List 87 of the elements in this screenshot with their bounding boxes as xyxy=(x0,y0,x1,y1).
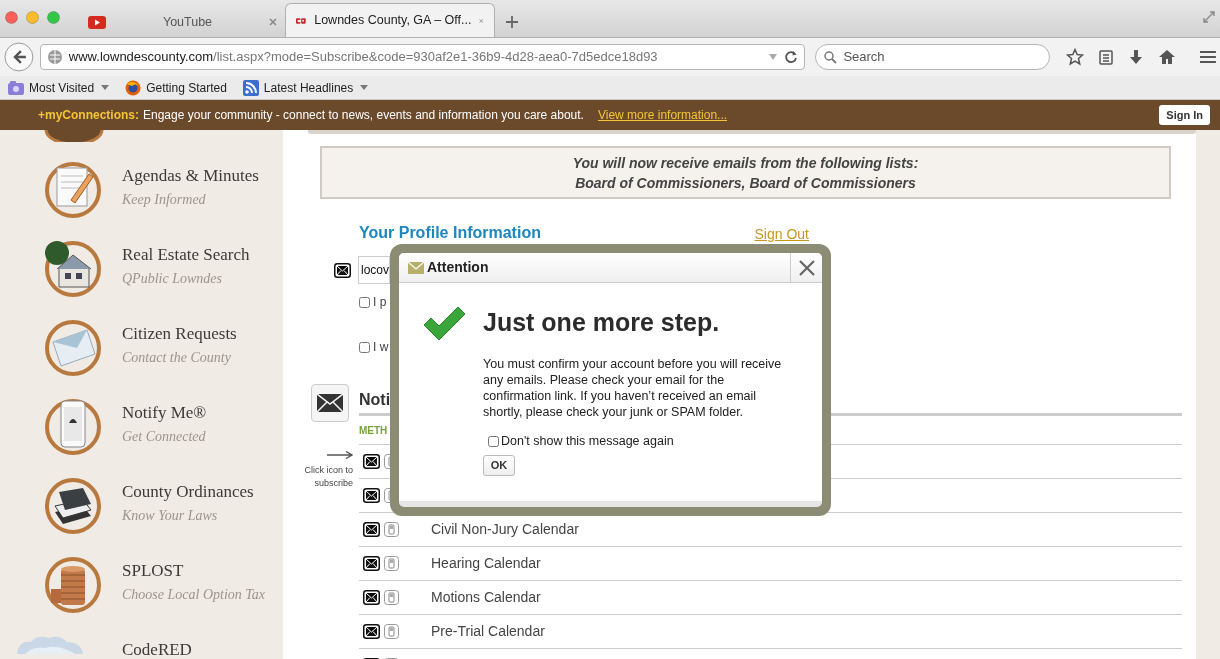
sign-in-button[interactable]: Sign In xyxy=(1159,105,1210,125)
video-logo-icon xyxy=(88,15,106,29)
notice-text: Board of Commissioners, Board of Commissioners xyxy=(575,173,916,193)
checkmark-icon xyxy=(422,305,466,341)
notice-text: You will now receive emails from the following lists: xyxy=(572,153,919,173)
list-name: Civil Non-Jury Calendar xyxy=(431,520,579,539)
option-checkbox[interactable] xyxy=(359,341,370,353)
feed-icon xyxy=(242,79,259,96)
bookmark-item[interactable]: Most Visited xyxy=(8,78,110,97)
list-name: Motions Calendar xyxy=(431,588,541,607)
download-icon[interactable] xyxy=(1128,49,1145,65)
tab-title: YouTube xyxy=(161,13,214,31)
hint-text: Click icon to subscribe xyxy=(303,464,353,490)
coins-icon xyxy=(43,555,103,615)
dropdown-icon xyxy=(360,85,369,90)
tab-title: Lowndes County, GA – Off... xyxy=(314,12,472,30)
brand-label: +myConnections: xyxy=(38,107,139,124)
browser-tab[interactable]: Lowndes County, GA – Off... xyxy=(285,3,495,37)
checkbox-label: Don't show this message again xyxy=(501,433,674,450)
bar-message: Engage your community - connect to news, events and information you care about. xyxy=(143,107,584,124)
option-label: I p xyxy=(373,294,387,311)
sidebar-link[interactable]: SPLOST Choose Local Option Tax xyxy=(122,561,265,605)
globe-icon xyxy=(46,49,63,65)
phone-icon[interactable] xyxy=(384,556,399,571)
dialog-heading: Just one more step. xyxy=(483,307,721,338)
phone-icon[interactable] xyxy=(384,590,399,605)
option-label: I w xyxy=(373,339,389,356)
new-tab-icon[interactable] xyxy=(505,15,519,29)
browser-tab[interactable]: YouTube xyxy=(80,7,285,37)
column-header: METH xyxy=(359,423,388,438)
email-icon[interactable] xyxy=(363,624,380,639)
menu-icon[interactable] xyxy=(1200,50,1216,64)
option-checkbox[interactable] xyxy=(359,296,370,308)
email-field[interactable]: locov xyxy=(358,256,390,284)
sidebar-link[interactable]: Notify Me® Get Connected xyxy=(122,403,207,447)
email-button[interactable] xyxy=(311,384,349,422)
dropdown-icon xyxy=(101,85,110,90)
dialog-title: Attention xyxy=(427,258,489,277)
close-icon xyxy=(798,259,815,276)
email-icon[interactable] xyxy=(363,454,380,469)
search-field[interactable]: Search xyxy=(843,47,1042,67)
info-link[interactable]: View more information... xyxy=(597,106,728,124)
house-icon xyxy=(43,239,103,299)
phone-icon[interactable] xyxy=(384,624,399,639)
sidebar-link[interactable]: Agendas & Minutes Keep Informed xyxy=(122,166,259,210)
dont-show-checkbox[interactable] xyxy=(488,435,499,447)
url-host: www.lowndescounty.com xyxy=(68,49,214,65)
email-icon[interactable] xyxy=(363,488,380,503)
arrow-icon xyxy=(327,451,353,459)
sidebar-link[interactable]: Real Estate Search QPublic Lowndes xyxy=(122,245,250,289)
sidebar-link[interactable]: County Ordinances Know Your Laws xyxy=(122,482,254,526)
email-icon[interactable] xyxy=(363,590,380,605)
phone-icon[interactable] xyxy=(384,522,399,537)
bookmark-item[interactable]: Latest Headlines xyxy=(242,78,369,97)
browser-logo-icon xyxy=(125,79,142,96)
reload-icon[interactable] xyxy=(784,50,799,64)
back-icon[interactable] xyxy=(4,42,34,72)
bookmark-star-icon[interactable] xyxy=(1066,48,1085,66)
email-icon[interactable] xyxy=(363,522,380,537)
section-heading: Your Profile Information xyxy=(359,223,541,243)
bookmark-item[interactable]: Getting Started xyxy=(125,78,227,97)
notepad-icon xyxy=(43,160,103,220)
reading-list-icon[interactable] xyxy=(1098,49,1115,65)
address-bar[interactable]: www.lowndescounty.com/list.aspx?mode=Subscribe&code=930af2e1-36b9-4d28-aea0-7d5edce18d93 xyxy=(39,44,806,70)
ok-button[interactable]: OK xyxy=(483,454,515,476)
email-icon[interactable] xyxy=(363,556,380,571)
url-path: /list.aspx?mode=Subscribe&code=930af2e1-36b9-4d28-aea0-7d5edce18d93 xyxy=(213,49,658,65)
envelope-icon xyxy=(43,318,103,378)
sidebar-link[interactable]: CodeRED xyxy=(122,640,192,659)
list-name: Pre-Trial Calendar xyxy=(431,622,545,641)
window-control-icon[interactable] xyxy=(5,11,18,24)
fullscreen-icon[interactable] xyxy=(1202,10,1216,24)
phone-icon xyxy=(43,397,103,457)
envelope-icon xyxy=(408,261,424,274)
sidebar-link[interactable]: Citizen Requests Contact the County xyxy=(122,324,237,368)
books-icon xyxy=(43,476,103,536)
search-box[interactable]: Search xyxy=(815,44,1051,70)
window-control-icon[interactable] xyxy=(47,11,60,24)
home-icon[interactable] xyxy=(1158,49,1177,65)
email-icon xyxy=(334,262,351,278)
envelope-icon xyxy=(317,394,343,412)
list-name: Hearing Calendar xyxy=(431,554,541,573)
cloud-icon xyxy=(15,634,85,654)
close-icon[interactable] xyxy=(269,18,277,26)
dropdown-icon[interactable] xyxy=(768,53,779,61)
folder-icon xyxy=(8,80,24,95)
search-icon xyxy=(824,50,838,64)
